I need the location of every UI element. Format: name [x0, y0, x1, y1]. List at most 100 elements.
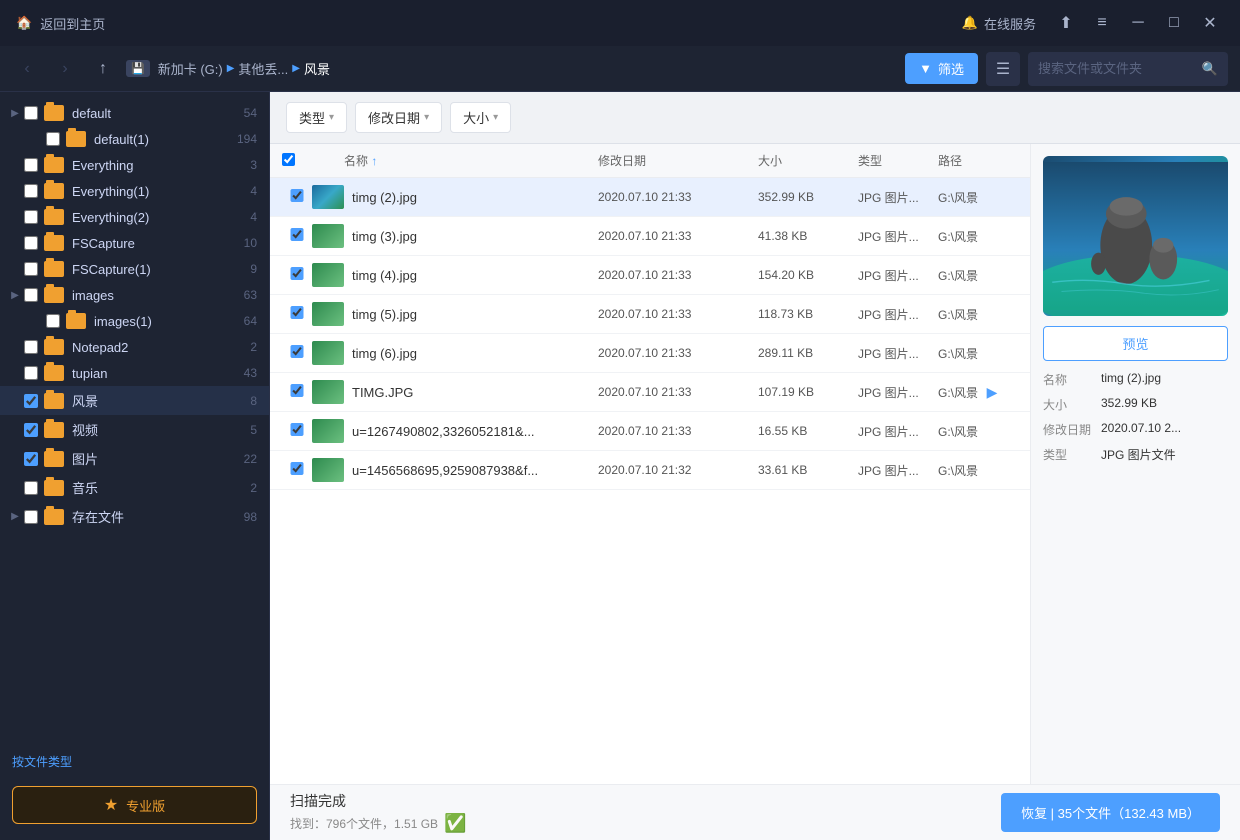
sidebar-item-tupian2[interactable]: 图片 22	[0, 444, 269, 473]
date-filter-dropdown[interactable]: 修改日期 ▾	[355, 102, 442, 133]
sidebar-item-tupian[interactable]: tupian 43	[0, 360, 269, 386]
row-date: 2020.07.10 21:33	[598, 307, 758, 321]
sidebar-check-fscapture[interactable]	[24, 236, 38, 250]
sidebar-check-tupian2[interactable]	[24, 452, 38, 466]
sidebar-item-default[interactable]: ▶ default 54	[0, 100, 269, 126]
up-button[interactable]: ↑	[88, 54, 118, 84]
sidebar-check-default1[interactable]	[46, 132, 60, 146]
sidebar-item-yinyue[interactable]: 音乐 2	[0, 473, 269, 502]
row-checkbox[interactable]	[282, 306, 312, 319]
row-date: 2020.07.10 21:33	[598, 346, 758, 360]
sidebar-check-images[interactable]	[24, 288, 38, 302]
row-checkbox[interactable]	[282, 189, 312, 202]
sidebar-check-everything2[interactable]	[24, 210, 38, 224]
close-button[interactable]: ✕	[1196, 9, 1224, 37]
table-row[interactable]: u=1456568695,9259087938&f... 2020.07.10 …	[270, 451, 1030, 490]
breadcrumb-path1[interactable]: 其他丢...	[238, 59, 288, 78]
chevron-down-icon: ▾	[493, 112, 498, 123]
sidebar-check-shipin[interactable]	[24, 423, 38, 437]
sidebar-item-images1[interactable]: images(1) 64	[0, 308, 269, 334]
header-type-col[interactable]: 类型	[858, 152, 938, 169]
sidebar-item-fengjing[interactable]: 风景 8	[0, 386, 269, 415]
chevron-down-icon: ▾	[424, 112, 429, 123]
header-name-col[interactable]: 名称	[344, 152, 598, 169]
sidebar-check-fscapture1[interactable]	[24, 262, 38, 276]
sidebar-item-default1[interactable]: default(1) 194	[0, 126, 269, 152]
select-all-checkbox[interactable]	[282, 153, 295, 166]
premium-button[interactable]: ★ 专业版	[12, 786, 257, 824]
sidebar-check-notepad2[interactable]	[24, 340, 38, 354]
maximize-button[interactable]: □	[1160, 9, 1188, 37]
sidebar-check-everything1[interactable]	[24, 184, 38, 198]
online-service-button[interactable]: 🔔 在线服务	[962, 14, 1036, 33]
size-filter-dropdown[interactable]: 大小 ▾	[450, 102, 511, 133]
home-button[interactable]: 🏠 返回到主页	[16, 14, 105, 33]
row-checkbox[interactable]	[282, 384, 312, 397]
sidebar-item-notepad2[interactable]: Notepad2 2	[0, 334, 269, 360]
sidebar-check-fengjing[interactable]	[24, 394, 38, 408]
sidebar-check-yinyue[interactable]	[24, 481, 38, 495]
preview-image	[1043, 156, 1228, 316]
header-date-col[interactable]: 修改日期	[598, 152, 758, 169]
sidebar-check-default[interactable]	[24, 106, 38, 120]
row-checkbox[interactable]	[282, 228, 312, 241]
sidebar-check-images1[interactable]	[46, 314, 60, 328]
type-filter-dropdown[interactable]: 类型 ▾	[286, 102, 347, 133]
header-path-col[interactable]: 路径	[938, 152, 1018, 169]
sidebar-check-tupian[interactable]	[24, 366, 38, 380]
thumbnail	[312, 380, 344, 404]
play-icon[interactable]: ▶	[982, 382, 1002, 402]
table-header: 名称 修改日期 大小 类型 路径	[270, 144, 1030, 178]
restore-button[interactable]: 恢复 | 35个文件（132.43 MB）	[1001, 793, 1220, 832]
row-checkbox[interactable]	[282, 423, 312, 436]
table-row[interactable]: TIMG.JPG 2020.07.10 21:33 107.19 KB JPG …	[270, 373, 1030, 412]
filter-label: 筛选	[938, 59, 964, 78]
sidebar-check-cunzai[interactable]	[24, 510, 38, 524]
table-row[interactable]: u=1267490802,3326052181&... 2020.07.10 2…	[270, 412, 1030, 451]
sidebar-check-everything[interactable]	[24, 158, 38, 172]
date-value: 2020.07.10 2...	[1101, 421, 1228, 438]
header-size-col[interactable]: 大小	[758, 152, 858, 169]
folder-icon	[44, 451, 64, 467]
sidebar-item-shipin[interactable]: 视频 5	[0, 415, 269, 444]
sidebar-item-everything1[interactable]: Everything(1) 4	[0, 178, 269, 204]
thumbnail	[312, 185, 344, 209]
sidebar-item-fscapture1[interactable]: FSCapture(1) 9	[0, 256, 269, 282]
row-size: 118.73 KB	[758, 307, 858, 321]
sidebar-item-everything[interactable]: Everything 3	[0, 152, 269, 178]
sidebar-item-images[interactable]: ▶ images 63	[0, 282, 269, 308]
search-box[interactable]: 🔍	[1028, 52, 1228, 86]
minimize-button[interactable]: ─	[1124, 9, 1152, 37]
folder-icon	[44, 261, 64, 277]
table-row[interactable]: timg (4).jpg 2020.07.10 21:33 154.20 KB …	[270, 256, 1030, 295]
row-checkbox[interactable]	[282, 267, 312, 280]
row-path: G:\风景 ▶	[938, 382, 1018, 402]
sidebar-item-everything2[interactable]: Everything(2) 4	[0, 204, 269, 230]
sidebar-item-fscapture[interactable]: FSCapture 10	[0, 230, 269, 256]
preview-button[interactable]: 预览	[1043, 326, 1228, 361]
thumbnail	[312, 458, 344, 482]
sidebar-item-cunzai[interactable]: ▶ 存在文件 98	[0, 502, 269, 531]
share-button[interactable]: ⬆	[1052, 9, 1080, 37]
breadcrumb-path2[interactable]: 风景	[304, 59, 330, 78]
row-checkbox[interactable]	[282, 462, 312, 475]
table-row[interactable]: timg (3).jpg 2020.07.10 21:33 41.38 KB J…	[270, 217, 1030, 256]
forward-button[interactable]: ›	[50, 54, 80, 84]
search-input[interactable]	[1038, 61, 1202, 76]
breadcrumb: 💾 新加卡 (G:) ▶ 其他丢... ▶ 风景	[126, 59, 897, 78]
table-row[interactable]: timg (2).jpg 2020.07.10 21:33 352.99 KB …	[270, 178, 1030, 217]
breadcrumb-drive[interactable]: 新加卡 (G:)	[158, 59, 223, 78]
list-view-button[interactable]: ☰	[986, 52, 1020, 86]
back-button[interactable]: ‹	[12, 54, 42, 84]
sidebar-item-label: default	[72, 106, 240, 121]
row-check-col	[282, 228, 312, 244]
filter-button[interactable]: ▼ 筛选	[905, 53, 978, 84]
row-checkbox[interactable]	[282, 345, 312, 358]
status-bar: 扫描完成 找到：796个文件，1.51 GB ✅ 恢复 | 35个文件（132.…	[270, 784, 1240, 840]
sidebar-item-count: 98	[244, 510, 257, 524]
table-row[interactable]: timg (6).jpg 2020.07.10 21:33 289.11 KB …	[270, 334, 1030, 373]
menu-button[interactable]: ≡	[1088, 9, 1116, 37]
home-icon: 🏠	[16, 15, 32, 31]
file-type-filter[interactable]: 按文件类型	[0, 745, 269, 778]
table-row[interactable]: timg (5).jpg 2020.07.10 21:33 118.73 KB …	[270, 295, 1030, 334]
